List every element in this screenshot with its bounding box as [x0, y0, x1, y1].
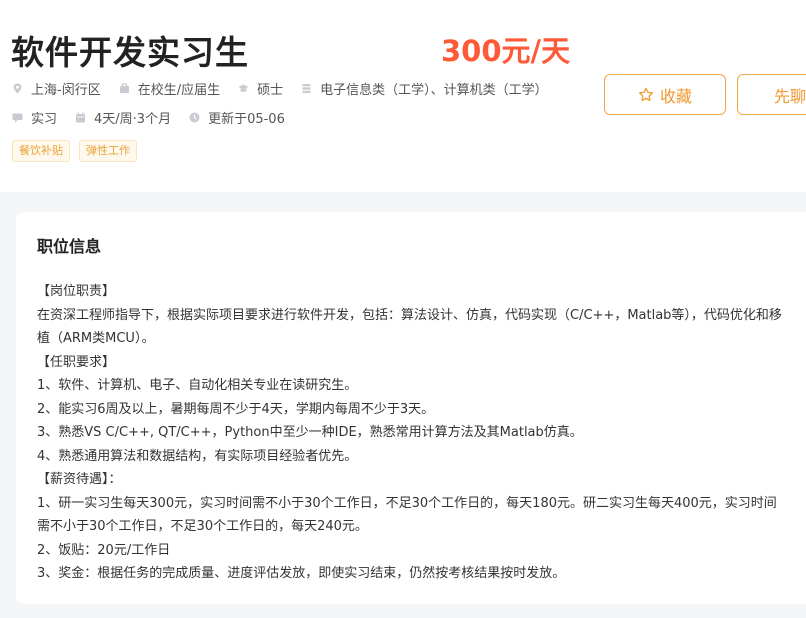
clock-icon — [189, 112, 200, 123]
job-description: 【岗位职责】 在资深工程师指导下，根据实际项目要求进行软件开发，包括：算法设计、… — [37, 280, 782, 586]
job-info-card: 职位信息 【岗位职责】 在资深工程师指导下，根据实际项目要求进行软件开发，包括：… — [16, 212, 806, 604]
schedule-text: 4天/周·3个月 — [94, 112, 172, 127]
meta-schedule: 4天/周·3个月 — [75, 108, 171, 127]
benefit-tag: 弹性工作 — [79, 140, 137, 162]
briefcase-icon — [119, 83, 130, 94]
meta-major: 电子信息类（工学）、计算机类（工学） — [301, 79, 548, 98]
chat-first-button[interactable]: 先聊 — [737, 74, 806, 115]
description-line: 【薪资待遇】： — [37, 472, 122, 487]
meta-updated: 更新于05-06 — [189, 108, 285, 127]
description-line: 1、软件、计算机、电子、自动化相关专业在读研究生。 — [37, 378, 358, 393]
section-title: 职位信息 — [37, 237, 102, 256]
updated-text: 更新于05-06 — [208, 112, 285, 127]
chat-icon — [12, 112, 23, 123]
job-type-text: 实习 — [31, 112, 58, 127]
favorite-label: 收藏 — [659, 86, 692, 106]
candidate-type-text: 在校生/应届生 — [137, 83, 221, 98]
job-meta-row-1: 上海-闵行区 在校生/应届生 硕士 电子信息类（工学）、计算机类（工学） — [12, 79, 566, 98]
major-text: 电子信息类（工学）、计算机类（工学） — [320, 83, 548, 98]
description-line: 2、能实习6周及以上，暑期每周不少于4天，学期内每周不少于3天。 — [37, 401, 435, 417]
star-icon — [638, 87, 654, 103]
meta-candidate-type: 在校生/应届生 — [119, 79, 220, 98]
description-line: 【任职要求】 — [37, 354, 116, 370]
description-line: 1、研一实习生每天300元，实习时间需不小于30个工作日，不足30个工作日的，每… — [37, 495, 777, 535]
job-meta-row-2: 实习 4天/周·3个月 更新于05-06 — [12, 108, 303, 127]
benefit-tags: 餐饮补贴 弹性工作 — [12, 140, 146, 162]
description-line: 在资深工程师指导下，根据实际项目要求进行软件开发，包括：算法设计、仿真，代码实现… — [37, 307, 782, 347]
calendar-icon — [75, 112, 86, 123]
favorite-button[interactable]: 收藏 — [604, 74, 726, 115]
meta-job-type: 实习 — [12, 108, 57, 127]
chat-first-label: 先聊 — [774, 86, 806, 106]
meta-degree: 硕士 — [238, 79, 283, 98]
location-icon — [12, 83, 23, 94]
benefit-tag: 餐饮补贴 — [12, 140, 70, 162]
book-icon — [301, 83, 312, 94]
location-text: 上海-闵行区 — [31, 83, 101, 98]
description-line: 【岗位职责】 — [37, 284, 116, 299]
job-header: 软件开发实习生 300元/天 上海-闵行区 在校生/应届生 硕士 电子信息类（工… — [0, 0, 806, 192]
description-line: 4、熟悉通用算法和数据结构，有实际项目经验者优先。 — [37, 448, 358, 464]
degree-text: 硕士 — [257, 83, 284, 98]
salary: 300元/天 — [441, 34, 571, 68]
meta-location: 上海-闵行区 — [12, 79, 101, 98]
description-line: 2、饭贴：20元/工作日 — [37, 542, 171, 558]
description-line: 3、熟悉VS C/C++, QT/C++，Python中至少一种IDE，熟悉常用… — [37, 425, 583, 440]
description-line: 3、奖金：根据任务的完成质量、进度评估发放，即使实习结束，仍然按考核结果按时发放… — [37, 566, 566, 581]
job-title: 软件开发实习生 — [11, 33, 249, 72]
graduation-cap-icon — [238, 83, 249, 94]
